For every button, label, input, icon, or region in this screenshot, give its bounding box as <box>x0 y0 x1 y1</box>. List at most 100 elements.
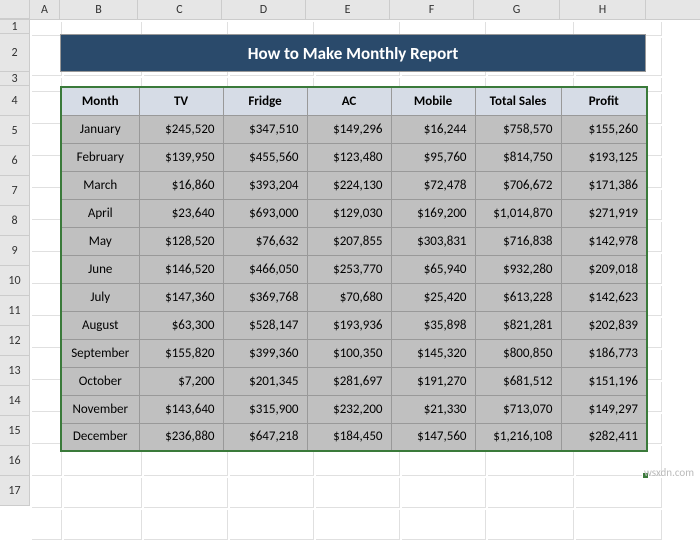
value-cell[interactable]: $466,050 <box>223 255 307 283</box>
value-cell[interactable]: $129,030 <box>307 199 391 227</box>
row-header-13[interactable]: 13 <box>0 356 30 386</box>
value-cell[interactable]: $814,750 <box>475 143 561 171</box>
month-cell[interactable]: December <box>61 423 139 451</box>
value-cell[interactable]: $399,360 <box>223 339 307 367</box>
month-cell[interactable]: February <box>61 143 139 171</box>
value-cell[interactable]: $193,936 <box>307 311 391 339</box>
value-cell[interactable]: $95,760 <box>391 143 475 171</box>
value-cell[interactable]: $7,200 <box>139 367 223 395</box>
month-cell[interactable]: March <box>61 171 139 199</box>
row-header-9[interactable]: 9 <box>0 236 30 266</box>
table-row[interactable]: May$128,520$76,632$207,855$303,831$716,8… <box>61 227 647 255</box>
month-cell[interactable]: May <box>61 227 139 255</box>
select-all-corner[interactable] <box>0 0 30 19</box>
value-cell[interactable]: $528,147 <box>223 311 307 339</box>
value-cell[interactable]: $236,880 <box>139 423 223 451</box>
cells-area[interactable]: How to Make Monthly Report MonthTVFridge… <box>30 20 700 542</box>
value-cell[interactable]: $171,386 <box>561 171 647 199</box>
value-cell[interactable]: $146,520 <box>139 255 223 283</box>
value-cell[interactable]: $147,560 <box>391 423 475 451</box>
value-cell[interactable]: $155,820 <box>139 339 223 367</box>
col-header-G[interactable]: G <box>474 0 560 19</box>
value-cell[interactable]: $142,978 <box>561 227 647 255</box>
month-cell[interactable]: April <box>61 199 139 227</box>
value-cell[interactable]: $232,200 <box>307 395 391 423</box>
value-cell[interactable]: $932,280 <box>475 255 561 283</box>
value-cell[interactable]: $201,345 <box>223 367 307 395</box>
value-cell[interactable]: $16,244 <box>391 115 475 143</box>
row-header-8[interactable]: 8 <box>0 206 30 236</box>
col-header-B[interactable]: B <box>60 0 138 19</box>
month-cell[interactable]: June <box>61 255 139 283</box>
row-header-10[interactable]: 10 <box>0 266 30 296</box>
value-cell[interactable]: $207,855 <box>307 227 391 255</box>
row-header-3[interactable]: 3 <box>0 72 30 86</box>
value-cell[interactable]: $149,296 <box>307 115 391 143</box>
value-cell[interactable]: $706,672 <box>475 171 561 199</box>
value-cell[interactable]: $143,640 <box>139 395 223 423</box>
value-cell[interactable]: $455,560 <box>223 143 307 171</box>
table-row[interactable]: July$147,360$369,768$70,680$25,420$613,2… <box>61 283 647 311</box>
table-row[interactable]: April$23,640$693,000$129,030$169,200$1,0… <box>61 199 647 227</box>
value-cell[interactable]: $1,014,870 <box>475 199 561 227</box>
value-cell[interactable]: $23,640 <box>139 199 223 227</box>
col-header-C[interactable]: C <box>138 0 222 19</box>
table-row[interactable]: February$139,950$455,560$123,480$95,760$… <box>61 143 647 171</box>
value-cell[interactable]: $191,270 <box>391 367 475 395</box>
month-cell[interactable]: September <box>61 339 139 367</box>
value-cell[interactable]: $147,360 <box>139 283 223 311</box>
value-cell[interactable]: $193,125 <box>561 143 647 171</box>
value-cell[interactable]: $76,632 <box>223 227 307 255</box>
data-table[interactable]: MonthTVFridgeACMobileTotal SalesProfit J… <box>60 86 648 452</box>
header-cell[interactable]: Profit <box>561 87 647 115</box>
value-cell[interactable]: $613,228 <box>475 283 561 311</box>
value-cell[interactable]: $100,350 <box>307 339 391 367</box>
value-cell[interactable]: $282,411 <box>561 423 647 451</box>
table-row[interactable]: March$16,860$393,204$224,130$72,478$706,… <box>61 171 647 199</box>
value-cell[interactable]: $224,130 <box>307 171 391 199</box>
value-cell[interactable]: $369,768 <box>223 283 307 311</box>
value-cell[interactable]: $716,838 <box>475 227 561 255</box>
month-cell[interactable]: October <box>61 367 139 395</box>
value-cell[interactable]: $245,520 <box>139 115 223 143</box>
value-cell[interactable]: $142,623 <box>561 283 647 311</box>
value-cell[interactable]: $281,697 <box>307 367 391 395</box>
value-cell[interactable]: $128,520 <box>139 227 223 255</box>
value-cell[interactable]: $202,839 <box>561 311 647 339</box>
value-cell[interactable]: $347,510 <box>223 115 307 143</box>
value-cell[interactable]: $253,770 <box>307 255 391 283</box>
value-cell[interactable]: $315,900 <box>223 395 307 423</box>
table-row[interactable]: September$155,820$399,360$100,350$145,32… <box>61 339 647 367</box>
value-cell[interactable]: $16,860 <box>139 171 223 199</box>
value-cell[interactable]: $758,570 <box>475 115 561 143</box>
value-cell[interactable]: $1,216,108 <box>475 423 561 451</box>
row-header-17[interactable]: 17 <box>0 476 30 506</box>
value-cell[interactable]: $186,773 <box>561 339 647 367</box>
value-cell[interactable]: $713,070 <box>475 395 561 423</box>
table-row[interactable]: January$245,520$347,510$149,296$16,244$7… <box>61 115 647 143</box>
value-cell[interactable]: $647,218 <box>223 423 307 451</box>
row-header-16[interactable]: 16 <box>0 446 30 476</box>
col-header-E[interactable]: E <box>306 0 390 19</box>
table-row[interactable]: August$63,300$528,147$193,936$35,898$821… <box>61 311 647 339</box>
table-row[interactable]: December$236,880$647,218$184,450$147,560… <box>61 423 647 451</box>
value-cell[interactable]: $70,680 <box>307 283 391 311</box>
value-cell[interactable]: $393,204 <box>223 171 307 199</box>
table-row[interactable]: November$143,640$315,900$232,200$21,330$… <box>61 395 647 423</box>
col-header-D[interactable]: D <box>222 0 306 19</box>
row-header-1[interactable]: 1 <box>0 20 30 34</box>
header-cell[interactable]: Fridge <box>223 87 307 115</box>
value-cell[interactable]: $681,512 <box>475 367 561 395</box>
month-cell[interactable]: July <box>61 283 139 311</box>
value-cell[interactable]: $72,478 <box>391 171 475 199</box>
month-cell[interactable]: November <box>61 395 139 423</box>
header-cell[interactable]: Mobile <box>391 87 475 115</box>
value-cell[interactable]: $123,480 <box>307 143 391 171</box>
row-header-5[interactable]: 5 <box>0 116 30 146</box>
value-cell[interactable]: $169,200 <box>391 199 475 227</box>
month-cell[interactable]: January <box>61 115 139 143</box>
value-cell[interactable]: $145,320 <box>391 339 475 367</box>
col-header-F[interactable]: F <box>390 0 474 19</box>
value-cell[interactable]: $63,300 <box>139 311 223 339</box>
row-header-11[interactable]: 11 <box>0 296 30 326</box>
